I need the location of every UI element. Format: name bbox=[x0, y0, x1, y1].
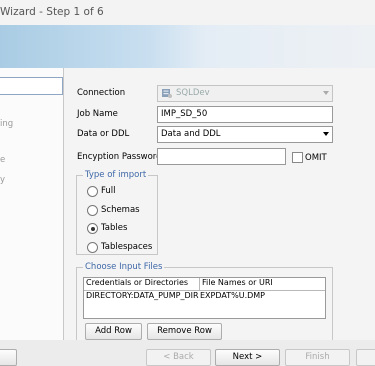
remove-row-button[interactable]: Remove Row bbox=[147, 323, 222, 340]
radio-tables[interactable] bbox=[87, 223, 98, 234]
radio-full-label: Full bbox=[101, 186, 116, 196]
finish-button: Finish bbox=[285, 349, 350, 366]
radio-schemas[interactable] bbox=[87, 205, 98, 216]
help-button[interactable] bbox=[0, 349, 17, 366]
chevron-down-icon bbox=[323, 91, 329, 95]
database-icon bbox=[162, 89, 172, 98]
omit-label: OMIT bbox=[305, 153, 327, 163]
radio-tablespaces[interactable] bbox=[87, 242, 98, 253]
radio-full[interactable] bbox=[87, 186, 98, 197]
encpwd-input[interactable] bbox=[157, 148, 286, 165]
input-files-group: Choose Input Files Credentials or Direct… bbox=[76, 262, 333, 341]
column-header[interactable]: File Names or URI bbox=[200, 278, 325, 291]
input-files-legend: Choose Input Files bbox=[83, 262, 165, 272]
table-cell[interactable]: EXPDAT%U.DMP bbox=[198, 291, 323, 303]
connection-value: SQLDev bbox=[176, 88, 210, 98]
window-title: Wizard - Step 1 of 6 bbox=[0, 6, 104, 18]
chevron-down-icon bbox=[323, 132, 329, 136]
add-row-button[interactable]: Add Row bbox=[85, 323, 142, 340]
radio-tables-label: Tables bbox=[101, 223, 128, 233]
omit-checkbox[interactable] bbox=[292, 152, 303, 163]
connection-select: SQLDev bbox=[157, 85, 333, 102]
step-selected[interactable] bbox=[0, 77, 63, 95]
jobname-label: Job Name bbox=[77, 109, 118, 119]
wizard-banner bbox=[0, 25, 375, 68]
main-panel: Connection SQLDev Job Name IMP_SD_50 Dat… bbox=[64, 68, 375, 341]
import-type-group: Type of import Full Schemas Tables Table… bbox=[76, 170, 158, 255]
dataddl-label: Data or DDL bbox=[77, 129, 130, 139]
column-header[interactable]: Credentials or Directories bbox=[84, 278, 200, 291]
step-item[interactable]: y bbox=[0, 175, 5, 185]
table-cell[interactable]: DIRECTORY:DATA_PUMP_DIR bbox=[84, 291, 199, 303]
radio-schemas-label: Schemas bbox=[101, 205, 140, 215]
window-titlebar: Wizard - Step 1 of 6 bbox=[0, 0, 375, 25]
jobname-input[interactable]: IMP_SD_50 bbox=[157, 106, 333, 123]
input-files-table: Credentials or Directories File Names or… bbox=[83, 277, 326, 319]
step-item[interactable]: ing bbox=[0, 119, 13, 129]
radio-tablespaces-label: Tablespaces bbox=[101, 242, 153, 252]
next-button[interactable]: Next > bbox=[215, 349, 280, 366]
steps-pane bbox=[0, 68, 64, 340]
dataddl-select[interactable]: Data and DDL bbox=[157, 126, 333, 143]
back-button: < Back bbox=[146, 349, 211, 366]
step-item[interactable]: e bbox=[0, 155, 5, 165]
dataddl-value: Data and DDL bbox=[161, 129, 221, 139]
import-type-legend: Type of import bbox=[83, 170, 149, 180]
encpwd-label: Encyption Password bbox=[77, 152, 162, 162]
cancel-button bbox=[356, 349, 375, 366]
connection-label: Connection bbox=[77, 88, 126, 98]
jobname-value: IMP_SD_50 bbox=[161, 109, 208, 119]
